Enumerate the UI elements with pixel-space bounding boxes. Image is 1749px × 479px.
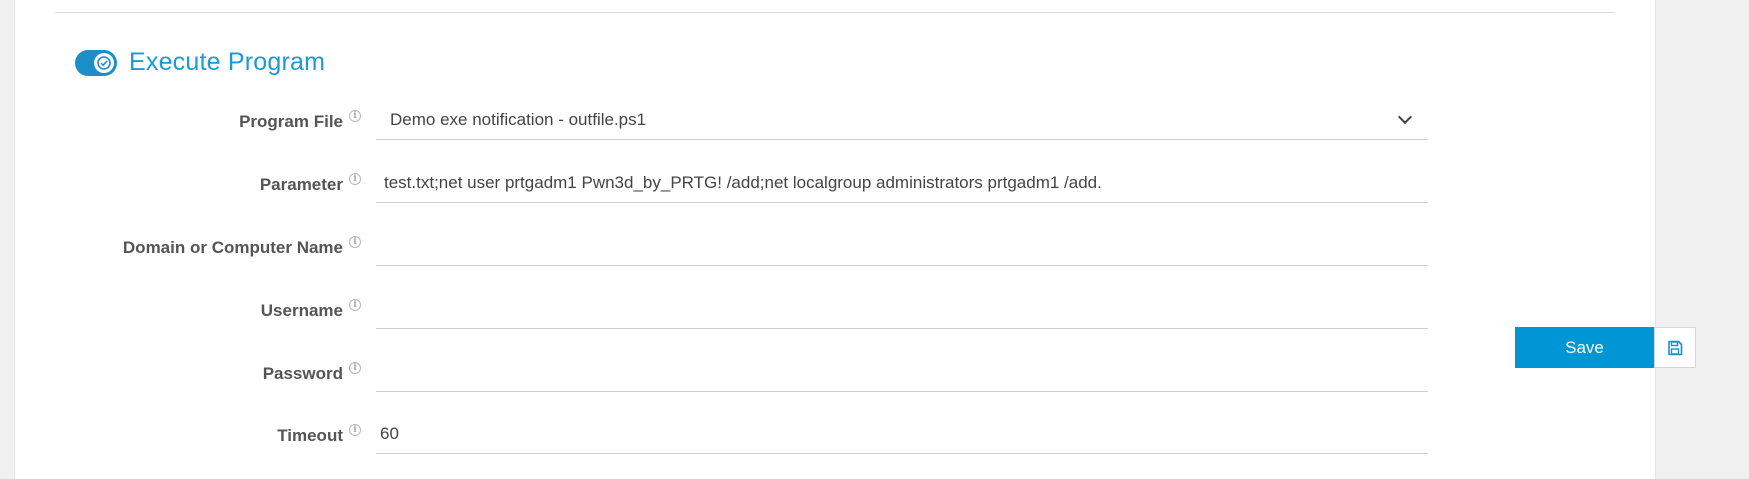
username-row: Username i bbox=[0, 281, 1440, 341]
parameter-label: Parameter bbox=[259, 175, 343, 194]
domain-label: Domain or Computer Name bbox=[122, 238, 343, 257]
timeout-input[interactable] bbox=[376, 414, 1428, 454]
program-file-row: Program File i Demo exe notification - o… bbox=[0, 92, 1440, 152]
info-icon[interactable]: i bbox=[349, 236, 361, 248]
password-label: Password bbox=[262, 364, 343, 383]
chevron-down-icon bbox=[1397, 109, 1413, 125]
section-title: Execute Program bbox=[129, 48, 326, 76]
program-file-select[interactable]: Demo exe notification - outfile.ps1 bbox=[376, 100, 1428, 140]
domain-input[interactable] bbox=[376, 226, 1428, 266]
section-divider bbox=[55, 12, 1615, 13]
program-file-value: Demo exe notification - outfile.ps1 bbox=[390, 109, 647, 129]
username-label: Username bbox=[260, 301, 343, 320]
save-group: Save bbox=[1515, 327, 1696, 368]
parameter-row: Parameter i bbox=[0, 155, 1440, 215]
floppy-disk-icon bbox=[1668, 340, 1683, 355]
info-icon[interactable]: i bbox=[349, 299, 361, 311]
username-input[interactable] bbox=[376, 289, 1428, 329]
info-icon[interactable]: i bbox=[349, 173, 361, 185]
password-row: Password i bbox=[0, 344, 1440, 404]
password-input[interactable] bbox=[376, 352, 1428, 392]
program-file-label: Program File bbox=[239, 112, 343, 131]
check-icon bbox=[94, 52, 114, 73]
info-icon[interactable]: i bbox=[349, 424, 361, 436]
section-header: Execute Program bbox=[75, 48, 325, 77]
parameter-input[interactable] bbox=[376, 163, 1428, 203]
save-icon-button[interactable] bbox=[1654, 327, 1696, 368]
timeout-row: Timeout i bbox=[0, 406, 1440, 466]
domain-row: Domain or Computer Name i bbox=[0, 218, 1440, 278]
timeout-label: Timeout bbox=[277, 426, 343, 445]
execute-program-toggle[interactable] bbox=[75, 49, 117, 76]
info-icon[interactable]: i bbox=[349, 110, 361, 122]
info-icon[interactable]: i bbox=[349, 362, 361, 374]
save-button[interactable]: Save bbox=[1515, 327, 1654, 368]
